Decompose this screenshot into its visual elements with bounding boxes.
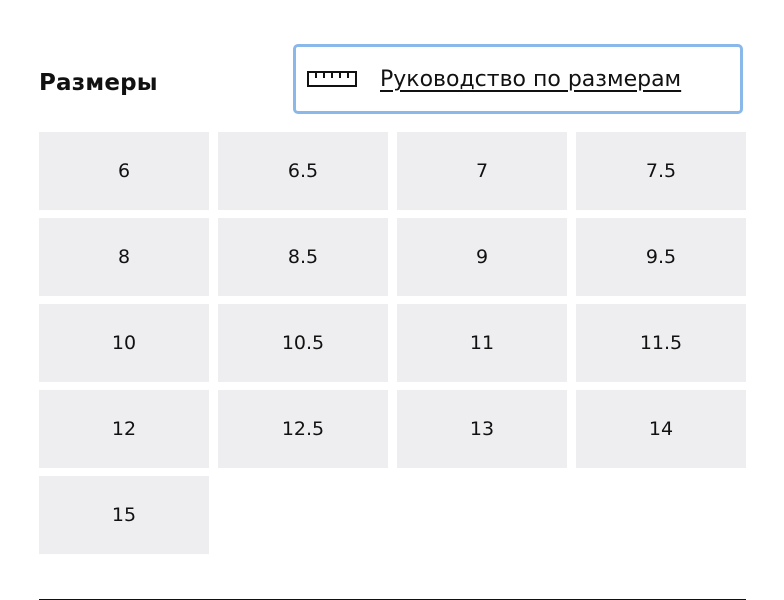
size-option[interactable]: 14 — [576, 390, 746, 468]
size-option[interactable]: 11 — [397, 304, 567, 382]
section-title: Размеры — [39, 70, 158, 96]
size-option[interactable]: 13 — [397, 390, 567, 468]
size-guide-link[interactable]: Руководство по размерам — [293, 44, 743, 114]
size-option[interactable]: 15 — [39, 476, 209, 554]
ruler-icon — [307, 71, 357, 87]
size-option[interactable]: 10.5 — [218, 304, 388, 382]
size-grid: 6 6.5 7 7.5 8 8.5 9 9.5 10 10.5 11 11.5 … — [39, 132, 746, 554]
size-option[interactable]: 9 — [397, 218, 567, 296]
sizes-header: Размеры Руководство по размерам — [39, 44, 751, 120]
size-option[interactable]: 10 — [39, 304, 209, 382]
size-option[interactable]: 7 — [397, 132, 567, 210]
size-option[interactable]: 6 — [39, 132, 209, 210]
size-option[interactable]: 6.5 — [218, 132, 388, 210]
size-option[interactable]: 9.5 — [576, 218, 746, 296]
size-option[interactable]: 8.5 — [218, 218, 388, 296]
size-option[interactable]: 7.5 — [576, 132, 746, 210]
size-option[interactable]: 8 — [39, 218, 209, 296]
size-option[interactable]: 12 — [39, 390, 209, 468]
size-option[interactable]: 11.5 — [576, 304, 746, 382]
size-guide-label: Руководство по размерам — [380, 67, 682, 92]
size-option[interactable]: 12.5 — [218, 390, 388, 468]
